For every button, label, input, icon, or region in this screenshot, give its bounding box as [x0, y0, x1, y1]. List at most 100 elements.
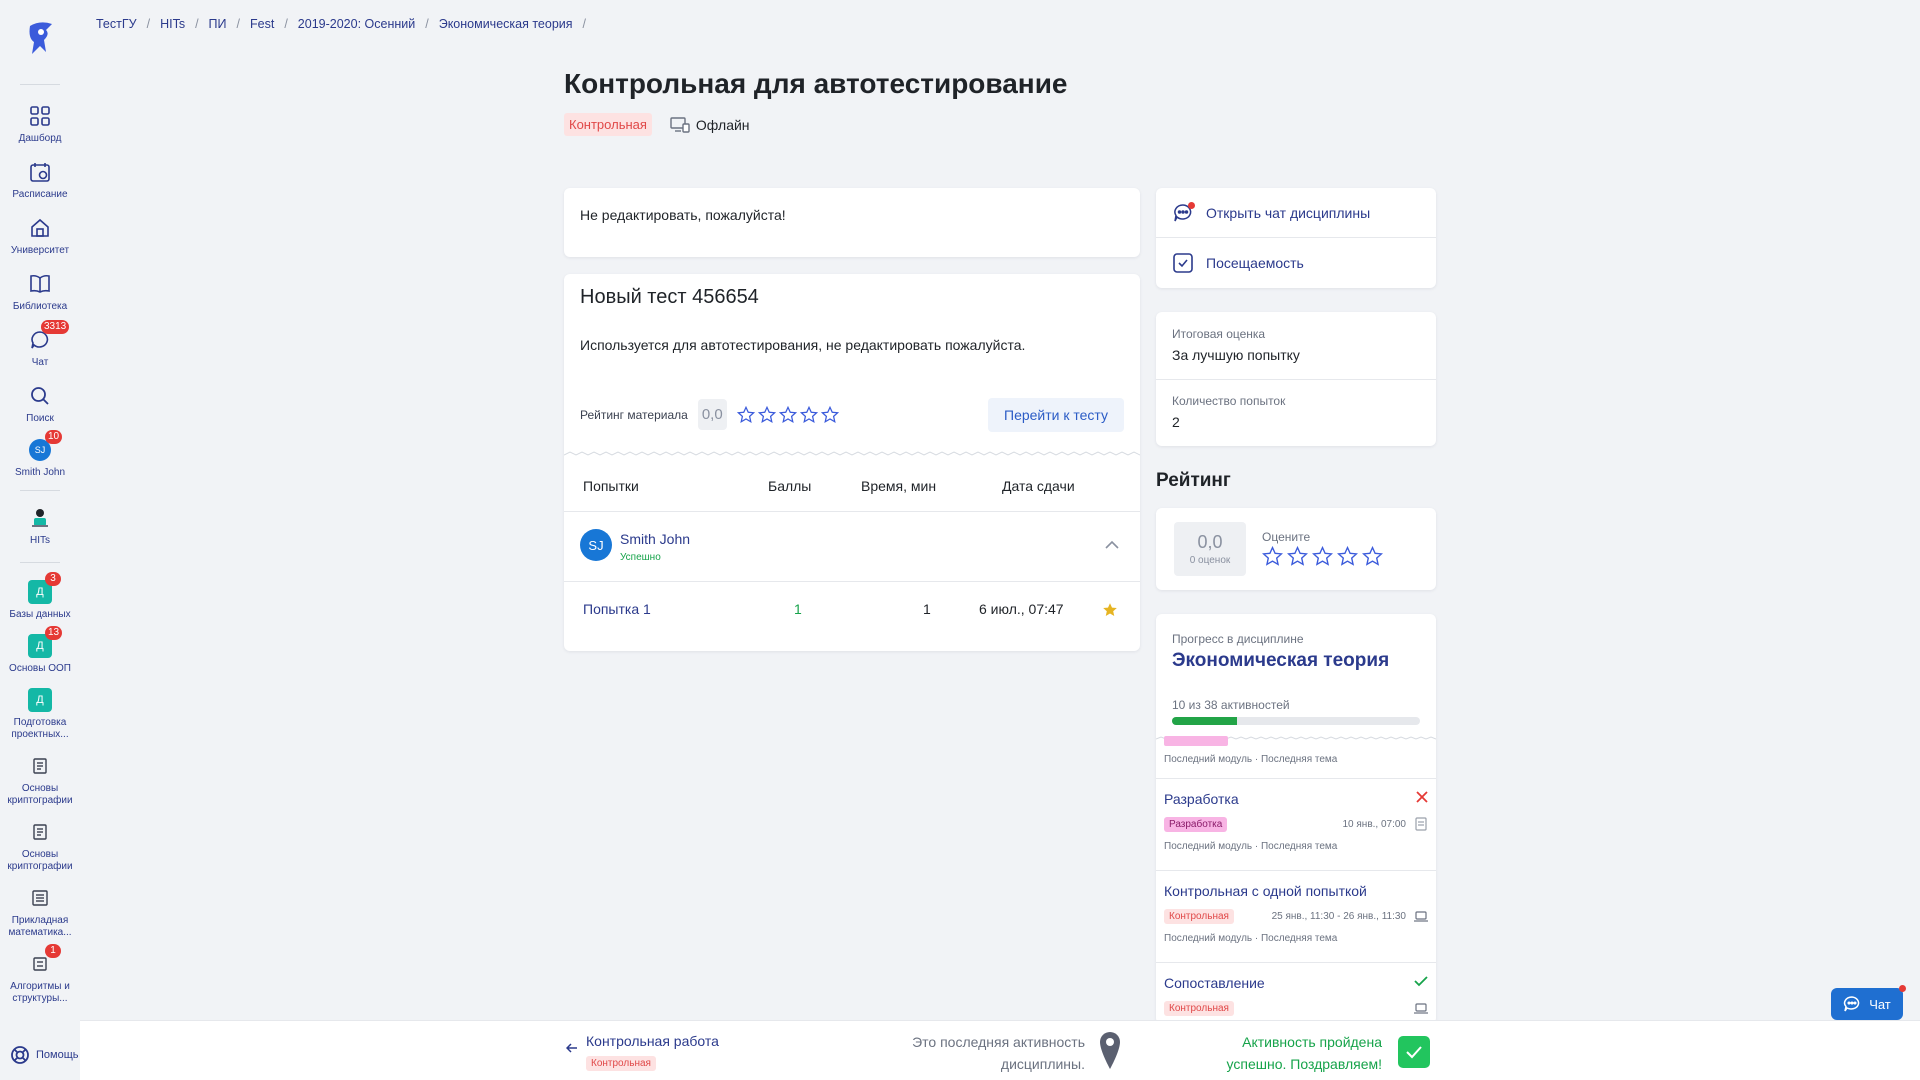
list-item[interactable]: Последний модуль · Последняя тема — [1156, 736, 1436, 779]
column-date: Дата сдачи — [1002, 478, 1075, 494]
list-item[interactable]: Контрольная с одной попыткой Контрольная… — [1156, 871, 1436, 963]
column-score: Баллы — [768, 478, 812, 494]
user-name[interactable]: Smith John — [620, 531, 690, 547]
open-discipline-chat-link[interactable]: Открыть чат дисциплины — [1156, 188, 1436, 238]
activity-navigation-bar: Контрольная работа Контрольная Это после… — [80, 1020, 1920, 1080]
progress-label: Прогресс в дисциплине — [1172, 632, 1304, 646]
star-icon[interactable] — [799, 405, 818, 424]
progress-course-title[interactable]: Экономическая теория — [1172, 650, 1389, 672]
divider — [1156, 379, 1436, 380]
activity-meta: Последний модуль · Последняя тема — [1164, 754, 1338, 765]
course-badge: 13 — [45, 626, 63, 640]
nav-university[interactable]: Университет — [0, 216, 80, 257]
nav-dashboard[interactable]: Дашборд — [0, 104, 80, 145]
breadcrumb-separator: / — [284, 17, 288, 31]
completion-message: Активность пройдена успешно. Поздравляем… — [1226, 1034, 1382, 1072]
nav-label: Основы ООП — [9, 663, 71, 674]
nav-course-crypto-1[interactable]: Основы криптографии — [0, 754, 80, 807]
chevron-up-icon[interactable] — [1104, 540, 1120, 550]
attempts-table-header: Попытки Баллы Время, мин Дата сдачи — [564, 474, 1140, 512]
nav-hits[interactable]: HITs — [0, 506, 80, 547]
nav-label: Основы криптографии — [7, 783, 73, 806]
activity-date: 25 янв., 11:30 - 26 янв., 11:30 — [1271, 911, 1406, 922]
breadcrumb-item[interactable]: ТестГУ — [96, 17, 137, 31]
hits-logo-icon — [28, 506, 52, 530]
nav-label: Университет — [10, 245, 70, 256]
rate-label: Оцените — [1262, 530, 1311, 544]
chat-icon: 3313 — [28, 320, 70, 352]
activity-meta: Последний модуль · Последняя тема — [1164, 841, 1338, 852]
breadcrumb-item[interactable]: ПИ — [209, 17, 227, 31]
nav-profile[interactable]: SJ 10 Smith John — [0, 430, 80, 479]
university-logo[interactable] — [24, 20, 56, 56]
nav-label: Поиск — [26, 413, 54, 424]
nav-chat[interactable]: 3313 Чат — [0, 320, 80, 369]
nav-course-projects[interactable]: Д Подготовка проектных... — [0, 688, 80, 741]
star-icon[interactable] — [778, 405, 797, 424]
activity-title[interactable]: Разработка — [1164, 791, 1239, 807]
list-item[interactable]: Сопоставление Контрольная — [1156, 963, 1436, 1024]
header-tags: Контрольная Офлайн — [564, 113, 750, 136]
help-label: Помощь — [36, 1049, 79, 1061]
breadcrumb-separator: / — [582, 17, 587, 31]
nav-schedule[interactable]: Расписание — [0, 160, 80, 201]
nav-label: Основы криптографии — [7, 849, 73, 872]
attendance-link[interactable]: Посещаемость — [1156, 238, 1436, 288]
activity-tag: Контрольная — [1164, 1001, 1234, 1016]
activity-date: 10 янв., 07:00 — [1342, 819, 1406, 830]
test-description: Используется для автотестирования, не ре… — [580, 337, 1026, 353]
star-icon[interactable] — [1262, 546, 1283, 567]
star-icon[interactable] — [1362, 546, 1383, 567]
nav-search[interactable]: Поиск — [0, 384, 80, 425]
nav-course-databases[interactable]: Д 3 Базы данных — [0, 572, 80, 621]
material-rating-stars[interactable] — [736, 405, 839, 424]
nav-course-oop[interactable]: Д 13 Основы ООП — [0, 626, 80, 675]
nav-course-math[interactable]: Прикладная математика... — [0, 886, 80, 939]
breadcrumb-item[interactable]: 2019-2020: Осенний — [298, 17, 415, 31]
notification-dot — [1899, 985, 1906, 992]
note-text: Не редактировать, пожалуйста! — [580, 207, 786, 223]
notification-dot — [1188, 201, 1195, 209]
nav-label: Smith John — [14, 467, 66, 478]
progress-bar-fill — [1172, 717, 1238, 725]
star-icon[interactable] — [1312, 546, 1333, 567]
star-icon[interactable] — [820, 405, 839, 424]
activity-type-tag: Контрольная — [564, 113, 652, 136]
activity-title[interactable]: Контрольная с одной попыткой — [1164, 883, 1367, 899]
sidebar-divider — [20, 490, 60, 491]
nav-label: Прикладная математика... — [8, 915, 72, 938]
star-icon[interactable] — [1337, 546, 1358, 567]
list-item[interactable]: Разработка Разработка 10 янв., 07:00 Пос… — [1156, 779, 1436, 871]
mode-label: Офлайн — [695, 116, 750, 133]
rate-stars[interactable] — [1262, 546, 1383, 567]
lifebuoy-icon — [11, 1046, 29, 1064]
activity-title[interactable]: Сопоставление — [1164, 975, 1265, 991]
table-row[interactable]: Попытка 1 1 1 6 июл., 07:47 — [564, 582, 1140, 637]
mode-indicator: Офлайн — [670, 117, 750, 133]
breadcrumb-item[interactable]: Экономическая теория — [439, 17, 573, 31]
last-activity-message: Это последняя активность дисциплины. — [912, 1034, 1085, 1072]
breadcrumb-separator: / — [146, 17, 151, 31]
breadcrumb-item[interactable]: Fest — [250, 17, 274, 31]
course-icon — [28, 820, 52, 844]
nav-course-algorithms[interactable]: 1 Алгоритмы и структуры... — [0, 944, 80, 1005]
user-attempts-row[interactable]: SJ Smith John Успешно — [564, 512, 1140, 582]
star-icon[interactable] — [757, 405, 776, 424]
breadcrumb-item[interactable]: HITs — [160, 17, 185, 31]
nav-label: Подготовка проектных... — [11, 717, 69, 740]
star-icon[interactable] — [736, 405, 755, 424]
go-to-test-button[interactable]: Перейти к тесту — [988, 398, 1124, 432]
note-card: Не редактировать, пожалуйста! — [564, 188, 1140, 257]
laptop-icon — [1414, 1003, 1428, 1014]
nav-label: Алгоритмы и структуры... — [10, 981, 70, 1004]
star-icon[interactable] — [1287, 546, 1308, 567]
activity-tag: Разработка — [1164, 817, 1228, 832]
chat-floating-button[interactable]: Чат — [1831, 985, 1906, 1020]
nav-label: Библиотека — [12, 301, 68, 312]
nav-course-crypto-2[interactable]: Основы криптографии — [0, 820, 80, 873]
attempt-name[interactable]: Попытка 1 — [583, 601, 651, 617]
help-link[interactable]: Помощь — [10, 1045, 79, 1065]
nav-library[interactable]: Библиотека — [0, 272, 80, 313]
sidebar-divider — [20, 84, 60, 85]
grade-card: Итоговая оценка За лучшую попытку Количе… — [1156, 312, 1436, 446]
